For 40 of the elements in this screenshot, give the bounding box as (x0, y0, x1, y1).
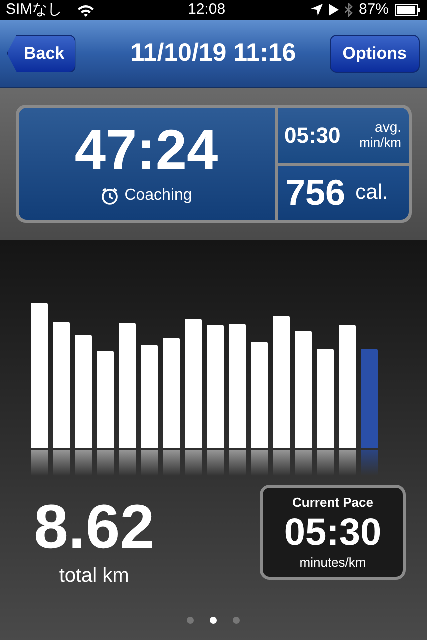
bar-reflection (317, 450, 334, 476)
duration-text: 47:24 (74, 120, 218, 180)
bar-reflection (361, 450, 378, 476)
window-title: 11/10/19 11:16 (130, 38, 296, 69)
location-arrow-icon (310, 4, 323, 16)
bar-reflection (339, 450, 356, 476)
current-pace-text: 05:30 (284, 512, 382, 552)
clock-text: 12:08 (188, 0, 226, 20)
current-pace-label: Current Pace (292, 494, 374, 512)
pace-unit-text: min/km (360, 135, 402, 150)
bar-reflection (185, 450, 202, 476)
average-label: avg. (375, 120, 402, 136)
current-pace-unit-text: minutes/km (300, 554, 366, 572)
bar-reflection (207, 450, 224, 476)
calories-unit-text: cal. (356, 180, 388, 206)
bar-reflection (31, 450, 48, 476)
bar-reflection (295, 450, 312, 476)
bar-reflection (97, 450, 114, 476)
options-button[interactable]: Options (330, 34, 420, 72)
play-icon (328, 4, 339, 16)
stopwatch-icon (100, 187, 119, 205)
distance-unit-text: total km (59, 564, 130, 589)
bar-reflection (273, 450, 290, 476)
average-pace-text: 05:30 (284, 122, 341, 150)
bar-reflection (251, 450, 268, 476)
carrier-text: SIMなし (6, 0, 63, 20)
bar-reflection (119, 450, 136, 476)
calories-text: 756 (286, 170, 346, 215)
wifi-icon (76, 4, 95, 16)
back-button[interactable]: Back (7, 34, 76, 72)
bluetooth-icon (344, 3, 353, 17)
coaching-text: Coaching (124, 186, 192, 206)
bar-reflection (53, 450, 70, 476)
bar-reflection (163, 450, 180, 476)
bar-reflection (141, 450, 158, 476)
distance-text: 8.62 (34, 495, 155, 561)
battery-icon (395, 4, 421, 16)
battery-text: 87% (358, 0, 389, 20)
bar-reflection (229, 450, 246, 476)
bar-reflection (75, 450, 92, 476)
